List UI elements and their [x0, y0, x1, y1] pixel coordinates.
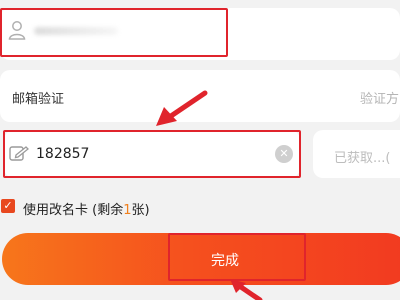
- email-verify-label: 邮箱验证: [12, 92, 65, 107]
- username-value-blurred: [34, 27, 118, 35]
- verification-code-input[interactable]: [36, 142, 256, 166]
- rename-card-label: 使用改名卡 (剩余1张): [23, 199, 150, 218]
- done-button[interactable]: [2, 233, 400, 285]
- clear-icon[interactable]: ✕: [275, 145, 293, 163]
- email-verify-placeholder: 验证方: [360, 92, 400, 107]
- rename-card-suffix: 张): [131, 203, 150, 218]
- user-icon: [8, 21, 26, 40]
- check-icon: ✓: [3, 199, 13, 212]
- resend-code-label: 已获取...(: [334, 151, 391, 166]
- done-button-label: 完成: [211, 253, 239, 269]
- edit-icon: [9, 146, 29, 161]
- rename-card-prefix: 使用改名卡 (剩余: [23, 203, 124, 218]
- rename-card-checkbox[interactable]: ✓: [1, 199, 15, 213]
- rename-card-count: 1: [123, 203, 132, 218]
